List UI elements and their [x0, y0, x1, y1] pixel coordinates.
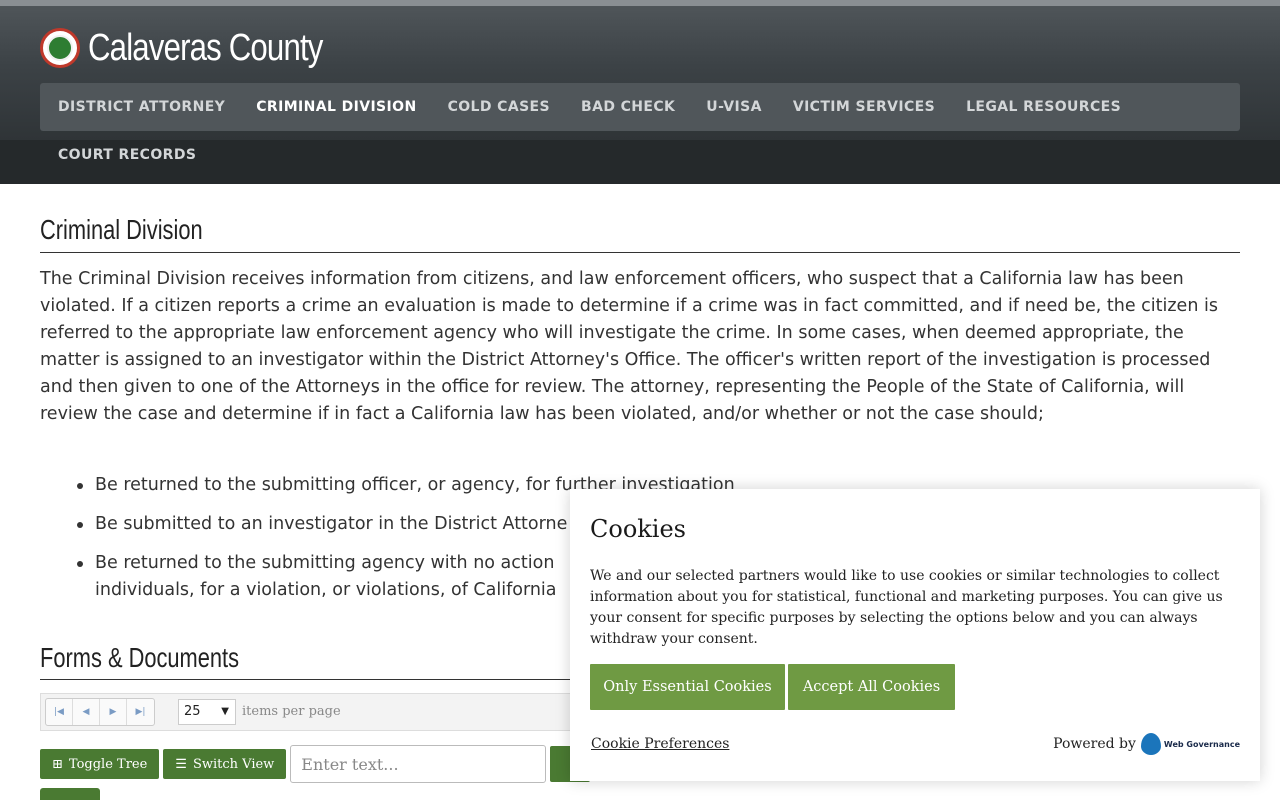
- prev-page-icon[interactable]: ◀: [73, 699, 100, 725]
- pager-buttons: |◀ ◀ ▶ ▶|: [45, 698, 155, 726]
- list-icon: ☰: [175, 756, 187, 772]
- toggle-tree-label: Toggle Tree: [68, 756, 148, 772]
- site-title: Calaveras County: [88, 26, 323, 69]
- powered-by-label: Powered by: [1053, 736, 1136, 752]
- nav-item-cold-cases[interactable]: COLD CASES: [448, 99, 550, 115]
- essential-cookies-button[interactable]: Only Essential Cookies: [590, 664, 785, 710]
- site-logo[interactable]: Calaveras County: [40, 26, 374, 70]
- page-size-value: 25: [184, 704, 201, 719]
- switch-view-button[interactable]: ☰ Switch View: [163, 749, 287, 779]
- county-seal-icon: [40, 28, 80, 68]
- web-governance-brand: Web Governance: [1163, 739, 1240, 749]
- page-size-select[interactable]: 25 ▼: [178, 699, 236, 725]
- page-title-wrap: Criminal Division: [40, 214, 1240, 253]
- list-item-line: Be returned to the submitting agency wit…: [95, 553, 555, 573]
- toggle-tree-button[interactable]: ⊞ Toggle Tree: [40, 749, 160, 779]
- nav-item-district-attorney[interactable]: DISTRICT ATTORNEY: [58, 99, 225, 115]
- home-folder-button[interactable]: [40, 788, 100, 800]
- switch-view-label: Switch View: [192, 756, 275, 772]
- list-item-line: individuals, for a violation, or violati…: [95, 580, 557, 600]
- cookie-banner: Cookies We and our selected partners wou…: [570, 489, 1260, 781]
- page-title: Criminal Division: [40, 214, 203, 245]
- intro-paragraph: The Criminal Division receives informati…: [40, 269, 1218, 424]
- grid-toolbar: ⊞ Toggle Tree ☰ Switch View Enter text..…: [40, 744, 591, 784]
- last-page-icon[interactable]: ▶|: [127, 699, 154, 725]
- nav-item-criminal-division[interactable]: CRIMINAL DIVISION: [256, 99, 416, 115]
- search-input[interactable]: Enter text...: [290, 745, 547, 783]
- powered-by: Powered by Web Governance: [1053, 733, 1240, 755]
- sitemap-icon: ⊞: [52, 756, 63, 772]
- nav-item-bad-check[interactable]: BAD CHECK: [581, 99, 675, 115]
- main-nav: DISTRICT ATTORNEY CRIMINAL DIVISION COLD…: [40, 83, 1240, 131]
- page-size-label: items per page: [242, 704, 341, 719]
- nav-item-court-records[interactable]: COURT RECORDS: [58, 147, 196, 163]
- cookie-title: Cookies: [590, 515, 686, 543]
- next-page-icon[interactable]: ▶: [100, 699, 127, 725]
- site-header: Calaveras County DISTRICT ATTORNEY CRIMI…: [0, 0, 1280, 184]
- web-governance-logo[interactable]: Web Governance: [1140, 733, 1240, 755]
- accept-all-cookies-button[interactable]: Accept All Cookies: [788, 664, 955, 710]
- nav-item-u-visa[interactable]: U-VISA: [706, 99, 762, 115]
- nav-item-legal-resources[interactable]: LEGAL RESOURCES: [966, 99, 1121, 115]
- cookie-preferences-link[interactable]: Cookie Preferences: [591, 736, 729, 752]
- cookie-text: We and our selected partners would like …: [590, 568, 1223, 647]
- web-governance-drop-icon: [1140, 733, 1161, 755]
- first-page-icon[interactable]: |◀: [46, 699, 73, 725]
- caret-down-icon: ▼: [221, 706, 229, 717]
- nav-item-victim-services[interactable]: VICTIM SERVICES: [793, 99, 935, 115]
